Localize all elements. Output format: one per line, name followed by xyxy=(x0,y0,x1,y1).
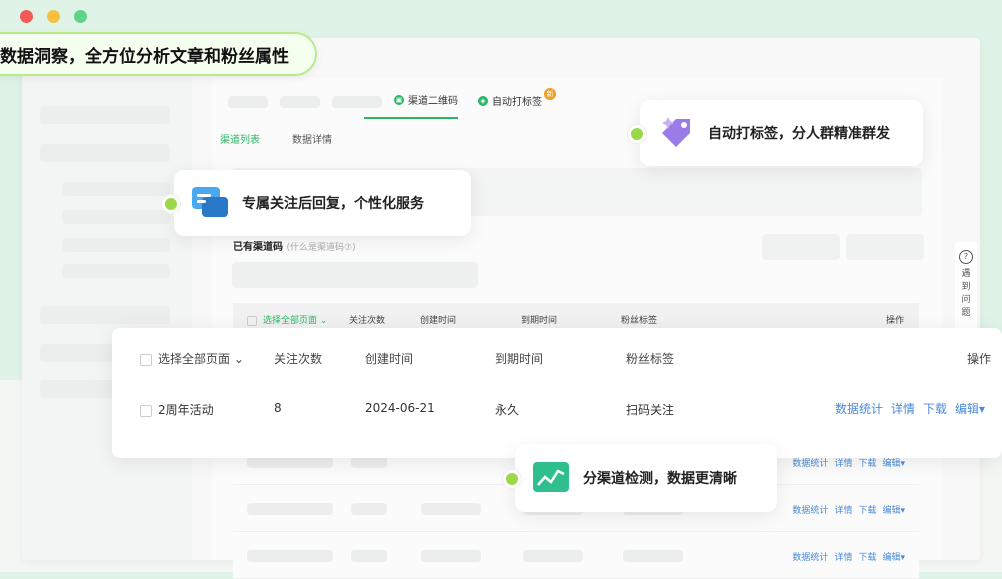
edit-link[interactable]: 编辑▾ xyxy=(882,503,905,516)
stats-link[interactable]: 数据统计 xyxy=(792,550,828,563)
section-title: 已有渠道码 (什么是渠道码⑦) xyxy=(233,238,356,253)
row-actions: 数据统计 详情 下载 编辑▾ xyxy=(792,550,905,563)
sidebar xyxy=(22,38,192,560)
new-badge: 新 xyxy=(544,88,556,100)
detail-link[interactable]: 详情 xyxy=(834,550,852,563)
select-all-pages[interactable]: 选择全部页面 ⌄ xyxy=(140,350,244,367)
help-text: 遇到问题 xyxy=(961,269,971,318)
bg-col-count: 关注次数 xyxy=(349,316,386,326)
section-hint[interactable]: (什么是渠道码⑦) xyxy=(286,243,355,253)
section-title-text: 已有渠道码 xyxy=(233,242,283,253)
row-expires: 永久 xyxy=(495,403,520,417)
row-checkbox[interactable] xyxy=(140,404,152,417)
edit-dropdown[interactable]: 编辑▾ xyxy=(955,400,985,417)
minimize-dot-icon[interactable] xyxy=(47,10,60,23)
top-tabs: ▣ 渠道二维码 ◈ 自动打标签 新 xyxy=(364,88,556,119)
chart-line-icon xyxy=(531,458,571,498)
question-icon: ? xyxy=(959,250,973,264)
row-count: 8 xyxy=(274,401,282,415)
download-link[interactable]: 下载 xyxy=(923,400,947,417)
row-actions: 数据统计 详情 下载 编辑▾ xyxy=(792,503,905,516)
row-tag: 扫码关注 xyxy=(626,403,675,417)
feature-banner: 数据洞察，全方位分析文章和粉丝属性 xyxy=(0,32,317,76)
window-controls xyxy=(20,10,87,23)
col-expire-time: 到期时间 xyxy=(495,352,544,366)
detail-link[interactable]: 详情 xyxy=(834,503,852,516)
stats-link[interactable]: 数据统计 xyxy=(835,400,883,417)
bullet-dot-icon xyxy=(628,125,646,143)
tab-label: 渠道二维码 xyxy=(408,96,458,107)
row-name[interactable]: 2周年活动 xyxy=(140,401,214,418)
channel-table-card: 选择全部页面 ⌄ 关注次数 创建时间 到期时间 粉丝标签 操作 2周年活动 8 … xyxy=(112,328,1002,458)
subtab-channel-list[interactable]: 渠道列表 xyxy=(220,131,260,146)
col-created-time: 创建时间 xyxy=(365,352,414,366)
callout-reply: 专属关注后回复，个性化服务 xyxy=(162,170,471,236)
edit-link[interactable]: 编辑▾ xyxy=(882,550,905,563)
col-follow-count: 关注次数 xyxy=(274,352,323,366)
stats-link[interactable]: 数据统计 xyxy=(792,503,828,516)
close-dot-icon[interactable] xyxy=(20,10,33,23)
callout-detect: 分渠道检测，数据更清晰 xyxy=(503,444,777,512)
bg-col-actions: 操作 xyxy=(886,316,905,326)
callout-text: 分渠道检测，数据更清晰 xyxy=(583,471,737,487)
row-actions: 数据统计 详情 下载 编辑▾ xyxy=(835,400,985,417)
subtabs: 渠道列表 数据详情 xyxy=(220,131,332,146)
callout-autotag: 自动打标签，分人群精准群发 xyxy=(628,100,923,166)
bg-col-created: 创建时间 xyxy=(420,316,457,326)
maximize-dot-icon[interactable] xyxy=(74,10,87,23)
bullet-dot-icon xyxy=(503,470,521,488)
subtab-data-detail[interactable]: 数据详情 xyxy=(292,131,332,146)
callout-text: 专属关注后回复，个性化服务 xyxy=(242,196,424,212)
tab-label: 自动打标签 xyxy=(492,97,542,108)
row-created: 2024-06-21 xyxy=(365,401,435,415)
callout-text: 自动打标签，分人群精准群发 xyxy=(708,126,890,142)
tab-channel-qr[interactable]: ▣ 渠道二维码 xyxy=(364,92,458,119)
tab-auto-tag[interactable]: ◈ 自动打标签 新 xyxy=(478,88,556,119)
banner-text: 数据洞察，全方位分析文章和粉丝属性 xyxy=(0,46,289,67)
help-widget[interactable]: ? 遇到问题 xyxy=(955,242,977,332)
bullet-dot-icon xyxy=(162,195,180,213)
qr-icon: ▣ xyxy=(394,94,404,105)
detail-link[interactable]: 详情 xyxy=(891,400,915,417)
table-row: 数据统计 详情 下载 编辑▾ xyxy=(233,534,919,579)
bg-select-all[interactable]: 选择全部页面 ⌄ xyxy=(247,313,327,326)
chat-bubble-icon xyxy=(190,183,230,223)
download-link[interactable]: 下载 xyxy=(858,503,876,516)
download-link[interactable]: 下载 xyxy=(858,550,876,563)
tag-icon xyxy=(656,113,696,153)
bg-col-expires: 到期时间 xyxy=(521,316,558,326)
bg-col-tag: 粉丝标签 xyxy=(621,316,658,326)
col-fan-tag: 粉丝标签 xyxy=(626,352,675,366)
col-actions: 操作 xyxy=(967,352,992,366)
tag-icon: ◈ xyxy=(478,95,488,106)
